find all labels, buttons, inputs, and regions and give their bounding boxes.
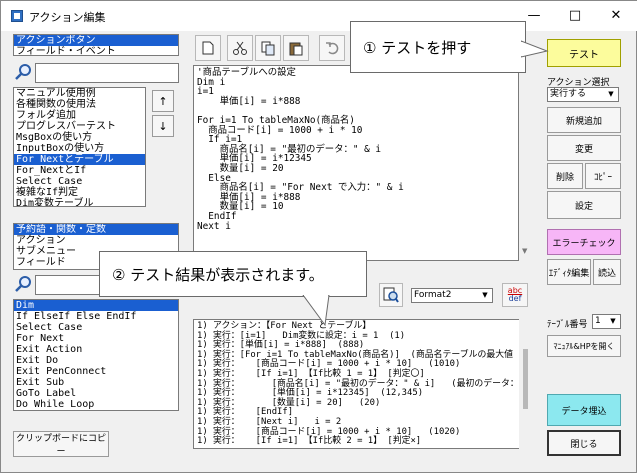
replace-bottom-label: def xyxy=(508,294,522,303)
preview-button[interactable] xyxy=(379,283,403,307)
code-line: Next i xyxy=(197,220,231,232)
scissors-icon xyxy=(233,41,247,55)
list-item[interactable]: If ElseIf Else EndIf xyxy=(14,311,178,322)
list-item[interactable]: Exit PenConnect xyxy=(14,366,178,377)
scroll-down-icon[interactable]: ▼ xyxy=(522,247,527,255)
list-item[interactable]: Dim xyxy=(14,300,178,311)
test-button[interactable]: テスト xyxy=(547,39,621,67)
callout-pointer xyxy=(302,295,330,327)
close-button[interactable]: 閉じる xyxy=(547,430,621,456)
list-item[interactable]: Dim変数テーブル xyxy=(14,198,145,206)
test-hint-callout: ① テストを押す xyxy=(350,21,526,73)
copy-button[interactable] xyxy=(255,35,281,61)
copy-icon xyxy=(261,41,275,56)
settings-button[interactable]: 設定 xyxy=(547,191,621,219)
open-manual-button[interactable]: ﾏﾆｭｱﾙ&HPを開く xyxy=(547,335,621,357)
list-item[interactable]: Select Case xyxy=(14,322,178,333)
list-item[interactable]: Exit Action xyxy=(14,344,178,355)
table-number-value: 1 xyxy=(595,316,601,326)
list-item[interactable]: For Next xyxy=(14,333,178,344)
chevron-down-icon: ▼ xyxy=(608,90,614,98)
list-item[interactable]: フィールド・イベント xyxy=(14,46,178,55)
sample-search-input[interactable] xyxy=(35,63,179,83)
list-item[interactable]: Exit Sub xyxy=(14,377,178,388)
format-select-value: Format2 xyxy=(414,290,452,300)
list-item[interactable]: For_NextとIf xyxy=(14,165,145,176)
list-item[interactable]: GoTo Label xyxy=(14,388,178,399)
move-down-button[interactable]: ↓ xyxy=(152,115,174,137)
sample-action-list[interactable]: マニュアル使用例 各種関数の使用法 フォルダ追加 プログレスバーテスト MsgBoxの使… xyxy=(13,87,146,207)
list-item[interactable]: 予約語・関数・定数 xyxy=(14,224,178,235)
result-hint-callout: ② テスト結果が表示されます。 xyxy=(99,251,367,297)
copy-action-button[interactable]: ｺﾋﾟｰ xyxy=(585,163,621,189)
action-type-list[interactable]: アクションボタン フィールド・イベント xyxy=(13,34,179,56)
code-line: 数量[i] = 20 xyxy=(197,162,284,174)
callout-pointer xyxy=(521,40,549,58)
list-item[interactable]: 各種関数の使用法 xyxy=(14,99,145,110)
delete-button[interactable]: 削除 xyxy=(547,163,583,189)
code-line: Dim i xyxy=(197,76,226,88)
code-line: EndIf xyxy=(197,210,237,222)
read-button[interactable]: 読込 xyxy=(593,259,621,285)
list-item[interactable]: マニュアル使用例 xyxy=(14,88,145,99)
code-line: 単価[i] = i*888 xyxy=(197,95,301,107)
result-scrollbar[interactable] xyxy=(519,319,533,449)
data-embed-button[interactable]: データ埋込 xyxy=(547,394,621,426)
undo-button[interactable] xyxy=(319,35,345,61)
error-check-button[interactable]: エラーチェック xyxy=(547,229,621,255)
list-item[interactable]: プログレスバーテスト xyxy=(14,121,145,132)
code-editor-scrollbar[interactable]: ▼ xyxy=(519,65,533,261)
editor-edit-button[interactable]: ｴﾃﾞｨﾀ編集 xyxy=(547,259,591,285)
action-editor-window: アクション編集 — □ ✕ アクションボタン フィールド・イベント マニュアル使… xyxy=(0,0,637,473)
window-title: アクション編集 xyxy=(29,11,106,24)
keyword-list[interactable]: Dim If ElseIf Else EndIf Select Case For Ne… xyxy=(13,299,179,411)
app-icon xyxy=(11,10,23,22)
scroll-thumb[interactable] xyxy=(523,349,528,409)
new-document-icon xyxy=(202,41,214,55)
search-icon[interactable] xyxy=(15,63,35,83)
chevron-down-icon: ▼ xyxy=(610,317,616,325)
list-item[interactable]: フォルダ追加 xyxy=(14,110,145,121)
list-item[interactable]: Do While Loop xyxy=(14,399,178,410)
action-select-value: 実行する xyxy=(550,89,587,99)
maximize-button[interactable]: □ xyxy=(555,1,595,31)
table-number-label: ﾃｰﾌﾞﾙ番号 xyxy=(547,320,588,330)
code-line: 数量[i] = 10 xyxy=(197,201,284,213)
list-item[interactable]: For Nextとテーブル xyxy=(14,154,145,165)
list-item[interactable]: アクションボタン xyxy=(14,35,178,46)
cut-button[interactable] xyxy=(227,35,253,61)
paste-button[interactable] xyxy=(283,35,309,61)
table-number-select[interactable]: 1 ▼ xyxy=(592,314,621,329)
magnifier-doc-icon xyxy=(383,287,399,303)
move-up-button[interactable]: ↑ xyxy=(152,90,174,112)
change-button[interactable]: 変更 xyxy=(547,135,621,161)
copy-to-clipboard-button[interactable]: クリップボードにコピー xyxy=(13,431,109,457)
undo-icon xyxy=(326,42,339,55)
clipboard-icon xyxy=(289,42,303,56)
list-item[interactable]: Do Loop While xyxy=(14,410,178,411)
list-item[interactable]: Exit Do xyxy=(14,355,178,366)
search-icon[interactable] xyxy=(15,275,35,295)
code-line: 商品コード[i] = 1000 + i * 10 xyxy=(197,124,363,136)
replace-text-button[interactable]: abc def xyxy=(502,283,528,307)
list-item[interactable]: InputBoxの使い方 xyxy=(14,143,145,154)
action-select[interactable]: 実行する ▼ xyxy=(547,87,619,102)
list-item[interactable]: Select Case xyxy=(14,176,145,187)
close-window-button[interactable]: ✕ xyxy=(596,1,636,31)
new-document-button[interactable] xyxy=(195,35,221,61)
format-select[interactable]: Format2 ▼ xyxy=(411,288,493,303)
chevron-down-icon: ▼ xyxy=(482,291,488,299)
title-bar: アクション編集 — □ ✕ xyxy=(1,1,637,31)
list-item[interactable]: アクション xyxy=(14,235,178,246)
new-action-button[interactable]: 新規追加 xyxy=(547,107,621,133)
list-item[interactable]: MsgBoxの使い方 xyxy=(14,132,145,143)
test-result-panel[interactable]: 1) アクション：【For Next とテーブル】 1) 実行：[i=1] Dim… xyxy=(193,319,521,449)
code-editor[interactable]: '商品テーブルへの設定 Dim i i=1 単価[i] = i*888 For i=1… xyxy=(193,65,519,261)
result-line: 1) 実行： [If i=1] 【If比較 2 = 1】 [判定×] xyxy=(197,436,422,447)
list-item[interactable]: 複雑なIf判定 xyxy=(14,187,145,198)
